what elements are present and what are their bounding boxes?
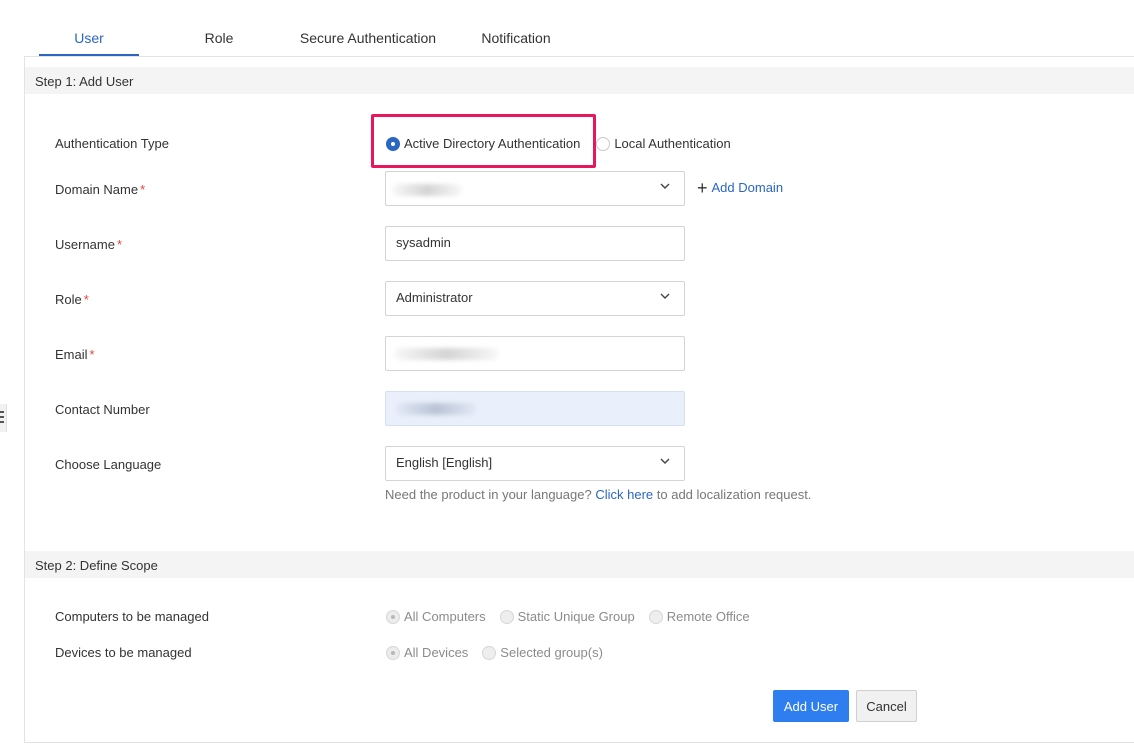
redacted-value	[396, 403, 476, 415]
radio-unchecked-icon[interactable]	[499, 609, 514, 624]
highlight-box	[371, 114, 596, 168]
radio-checked-icon[interactable]	[386, 609, 400, 624]
radio-static-unique-group[interactable]: Static Unique Group	[499, 609, 635, 624]
username-label-text: Username	[55, 237, 115, 252]
add-user-button[interactable]: Add User	[773, 690, 849, 722]
devices-managed-label-text: Devices to be managed	[55, 645, 192, 660]
step1-title: Step 1: Add User	[35, 74, 134, 89]
chevron-down-icon	[660, 183, 670, 189]
contact-number-label-text: Contact Number	[55, 402, 150, 417]
contact-number-label: Contact Number	[55, 402, 150, 417]
required-asterisk: *	[116, 237, 123, 252]
devices-managed-label: Devices to be managed	[55, 645, 192, 660]
hint-prefix: Need the product in your language?	[385, 487, 592, 502]
tab-notification[interactable]: Notification	[468, 30, 564, 46]
plus-icon: +	[697, 177, 708, 198]
role-label-text: Role	[55, 292, 82, 307]
role-label: Role *	[55, 292, 89, 307]
localization-request-link[interactable]: Click here	[595, 487, 653, 502]
domain-name-select[interactable]	[385, 171, 685, 206]
contact-number-input[interactable]	[385, 391, 685, 426]
email-label: Email *	[55, 347, 95, 362]
radio-local-authentication-label: Local Authentication	[614, 136, 731, 151]
add-domain-label: Add Domain	[711, 180, 784, 195]
devices-radio-group: All Devices Selected group(s)	[386, 645, 617, 660]
redacted-value	[394, 348, 499, 360]
sidebar-toggle-handle[interactable]	[0, 404, 7, 432]
computers-managed-label-text: Computers to be managed	[55, 609, 209, 624]
add-user-form: Step 1: Add User Authentication Type Act…	[24, 57, 1134, 743]
radio-selected-groups-label: Selected group(s)	[500, 645, 603, 660]
radio-remote-office[interactable]: Remote Office	[648, 609, 750, 624]
radio-all-devices-label: All Devices	[404, 645, 469, 660]
role-value: Administrator	[396, 290, 473, 305]
redacted-value	[392, 184, 462, 196]
step2-title: Step 2: Define Scope	[35, 558, 158, 573]
computers-managed-label: Computers to be managed	[55, 609, 209, 624]
choose-language-label: Choose Language	[55, 457, 161, 472]
chevron-down-icon	[660, 458, 670, 464]
auth-type-label-text: Authentication Type	[55, 136, 169, 151]
step1-header: Step 1: Add User	[25, 67, 1134, 94]
email-label-text: Email	[55, 347, 88, 362]
radio-all-computers-label: All Computers	[404, 609, 486, 624]
chevron-down-icon	[660, 293, 670, 299]
email-input[interactable]	[385, 336, 685, 371]
language-select[interactable]: English [English]	[385, 446, 685, 481]
step2-header: Step 2: Define Scope	[25, 551, 1134, 578]
username-value: sysadmin	[396, 235, 451, 250]
tab-secure-authentication[interactable]: Secure Authentication	[288, 30, 448, 46]
computers-radio-group: All Computers Static Unique Group Remote…	[386, 609, 764, 624]
choose-language-label-text: Choose Language	[55, 457, 162, 472]
radio-all-devices[interactable]: All Devices	[386, 645, 468, 660]
required-asterisk: *	[140, 182, 146, 197]
radio-unchecked-icon[interactable]	[596, 136, 611, 151]
domain-name-label-text: Domain Name	[55, 182, 139, 197]
radio-selected-groups[interactable]: Selected group(s)	[482, 645, 603, 660]
radio-remote-office-label: Remote Office	[666, 609, 750, 624]
radio-static-unique-group-label: Static Unique Group	[517, 609, 635, 624]
radio-all-computers[interactable]: All Computers	[386, 609, 486, 624]
cancel-button[interactable]: Cancel	[856, 690, 917, 722]
tab-role[interactable]: Role	[170, 30, 268, 46]
add-domain-link[interactable]: + Add Domain	[697, 177, 784, 198]
auth-type-label: Authentication Type	[55, 136, 169, 151]
radio-local-authentication[interactable]: Local Authentication	[596, 136, 731, 151]
role-select[interactable]: Administrator	[385, 281, 685, 316]
domain-name-label: Domain Name *	[55, 182, 145, 197]
required-asterisk: *	[89, 347, 95, 362]
hint-suffix: to add localization request.	[656, 487, 812, 502]
radio-unchecked-icon[interactable]	[482, 645, 497, 660]
username-label: Username *	[55, 237, 122, 252]
radio-unchecked-icon[interactable]	[648, 609, 663, 624]
radio-checked-icon[interactable]	[386, 645, 400, 660]
tab-bar: User Role Secure Authentication Notifica…	[0, 0, 1134, 57]
required-asterisk: *	[83, 292, 89, 307]
username-input[interactable]: sysadmin	[385, 226, 685, 261]
tab-user[interactable]: User	[39, 30, 139, 46]
localization-hint: Need the product in your language? Click…	[385, 487, 811, 502]
language-value: English [English]	[396, 455, 493, 470]
